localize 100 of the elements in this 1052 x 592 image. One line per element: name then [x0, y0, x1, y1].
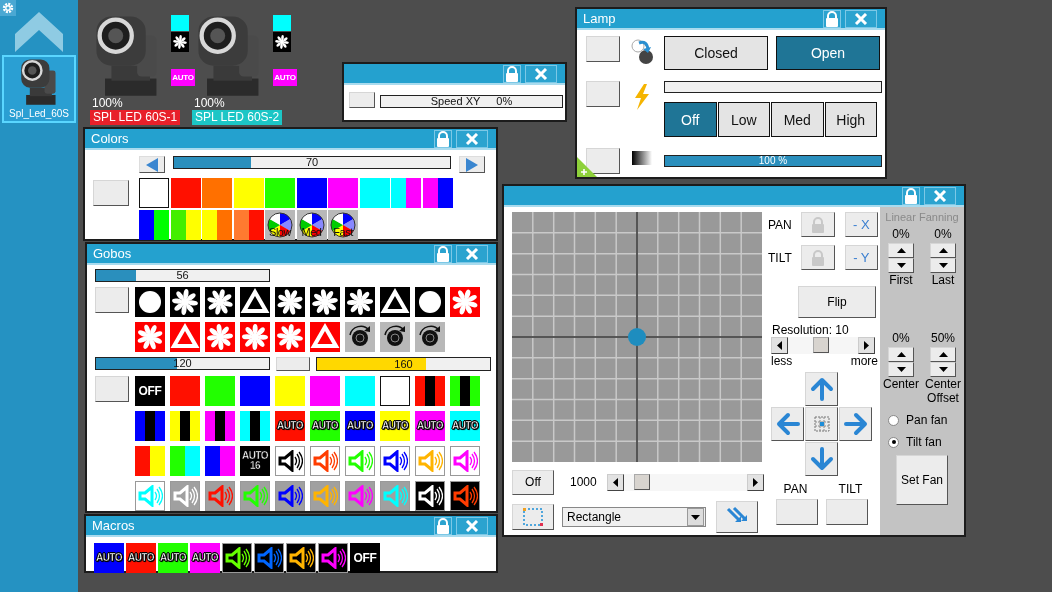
value-slider[interactable]	[664, 81, 882, 93]
color-swatch[interactable]	[296, 178, 327, 208]
step-down-button[interactable]	[888, 258, 914, 273]
blank-button[interactable]	[826, 499, 868, 525]
lock-button[interactable]	[434, 129, 452, 148]
settings-button[interactable]	[0, 0, 16, 16]
blank-button[interactable]	[95, 376, 129, 402]
color-swatch[interactable]	[139, 178, 169, 208]
rotate-button[interactable]	[380, 322, 410, 352]
scroll-left-button[interactable]	[606, 473, 624, 491]
left-button[interactable]	[771, 407, 804, 441]
gobo-button[interactable]	[240, 287, 270, 317]
gobo-button[interactable]	[275, 287, 305, 317]
lock-button[interactable]	[801, 212, 835, 237]
value-slider[interactable]: 70	[173, 156, 451, 169]
close-button[interactable]	[924, 186, 956, 205]
dropdown-arrow-button[interactable]	[687, 508, 704, 526]
rotate-button[interactable]	[415, 322, 445, 352]
color-swatch[interactable]	[310, 376, 340, 406]
close-button[interactable]	[456, 244, 488, 263]
lock-button[interactable]	[434, 244, 452, 263]
color-swatch[interactable]	[328, 178, 358, 208]
color-swatch[interactable]	[205, 446, 235, 476]
color-swatch[interactable]	[233, 178, 264, 208]
color-swatch[interactable]	[240, 376, 270, 406]
color-swatch[interactable]	[422, 178, 453, 208]
gobo-button[interactable]	[170, 287, 200, 317]
auto-button[interactable]: AUTO 16	[240, 446, 270, 476]
value-slider[interactable]: Speed XY 0%	[380, 95, 563, 108]
radio-button[interactable]	[888, 414, 899, 426]
shutter-button[interactable]: Closed	[664, 36, 768, 70]
color-swatch[interactable]	[202, 178, 232, 208]
step-up-button[interactable]	[888, 243, 914, 258]
off-button[interactable]: Off	[512, 469, 554, 495]
color-swatch[interactable]	[135, 446, 165, 476]
blank-button[interactable]	[276, 357, 310, 371]
off-button[interactable]: OFF	[350, 543, 380, 573]
flip-button[interactable]: Flip	[798, 286, 876, 318]
step-down-button[interactable]	[930, 362, 956, 377]
color-swatch[interactable]	[170, 446, 200, 476]
color-wheel-button[interactable]: Med	[296, 210, 327, 240]
scroll-right-button[interactable]	[858, 337, 875, 354]
color-swatch[interactable]	[205, 411, 235, 441]
color-swatch[interactable]	[391, 178, 421, 208]
color-swatch[interactable]	[359, 178, 390, 208]
step-up-button[interactable]	[930, 243, 956, 258]
gobo-button[interactable]	[135, 287, 165, 317]
lock-button[interactable]	[434, 516, 452, 535]
lock-button[interactable]	[823, 9, 841, 28]
close-button[interactable]	[525, 64, 557, 83]
auto-button[interactable]: AUTO	[94, 543, 124, 573]
step-down-button[interactable]	[930, 258, 956, 273]
color-swatch[interactable]	[450, 376, 480, 406]
value-slider[interactable]: 160	[316, 357, 491, 371]
step-down-button[interactable]	[888, 362, 914, 377]
color-swatch[interactable]	[170, 411, 200, 441]
gobo-button[interactable]	[415, 287, 445, 317]
color-swatch[interactable]	[233, 210, 264, 240]
lock-button[interactable]	[801, 245, 835, 270]
shutter-button[interactable]: Open	[776, 36, 880, 70]
gobo-button[interactable]	[380, 287, 410, 317]
color-swatch[interactable]	[275, 376, 305, 406]
blank-button[interactable]	[586, 148, 620, 174]
slider-thumb[interactable]	[812, 337, 829, 353]
shape-dropdown[interactable]: Rectangle	[562, 507, 706, 527]
right-button[interactable]	[839, 407, 872, 441]
slider-thumb[interactable]	[634, 473, 651, 490]
blank-button[interactable]	[586, 36, 620, 62]
swap-button[interactable]	[716, 501, 758, 533]
blank-button[interactable]	[776, 499, 818, 525]
next-button[interactable]	[459, 156, 485, 173]
scroll-right-button[interactable]	[747, 473, 764, 491]
color-swatch[interactable]	[139, 210, 169, 240]
close-button[interactable]	[456, 516, 488, 535]
color-swatch[interactable]	[265, 178, 295, 208]
invert-button[interactable]: - Y	[844, 245, 878, 270]
step-up-button[interactable]	[930, 347, 956, 362]
color-swatch[interactable]	[205, 376, 235, 406]
color-wheel-button[interactable]: Slow	[265, 210, 295, 240]
strobe-button[interactable]: Low	[717, 102, 770, 137]
strobe-button[interactable]: High	[824, 102, 877, 137]
up-button[interactable]	[805, 372, 838, 406]
blank-button[interactable]	[586, 81, 620, 107]
color-swatch[interactable]	[240, 411, 270, 441]
value-slider[interactable]: 100 %	[664, 155, 882, 167]
invert-button[interactable]: - X	[844, 212, 878, 237]
center-button[interactable]	[805, 407, 838, 441]
blank-button[interactable]	[95, 287, 129, 313]
color-swatch[interactable]	[380, 376, 410, 406]
blank-button[interactable]	[93, 180, 129, 206]
off-button[interactable]: OFF	[135, 376, 165, 406]
scroll-left-button[interactable]	[771, 337, 788, 354]
lock-button[interactable]	[902, 186, 920, 205]
color-swatch[interactable]	[170, 376, 200, 406]
close-button[interactable]	[845, 9, 877, 28]
close-button[interactable]	[456, 129, 488, 148]
strobe-button[interactable]: Med	[771, 102, 824, 137]
selection-button[interactable]	[512, 504, 554, 530]
color-swatch[interactable]	[135, 411, 165, 441]
gobo-button[interactable]	[205, 287, 235, 317]
